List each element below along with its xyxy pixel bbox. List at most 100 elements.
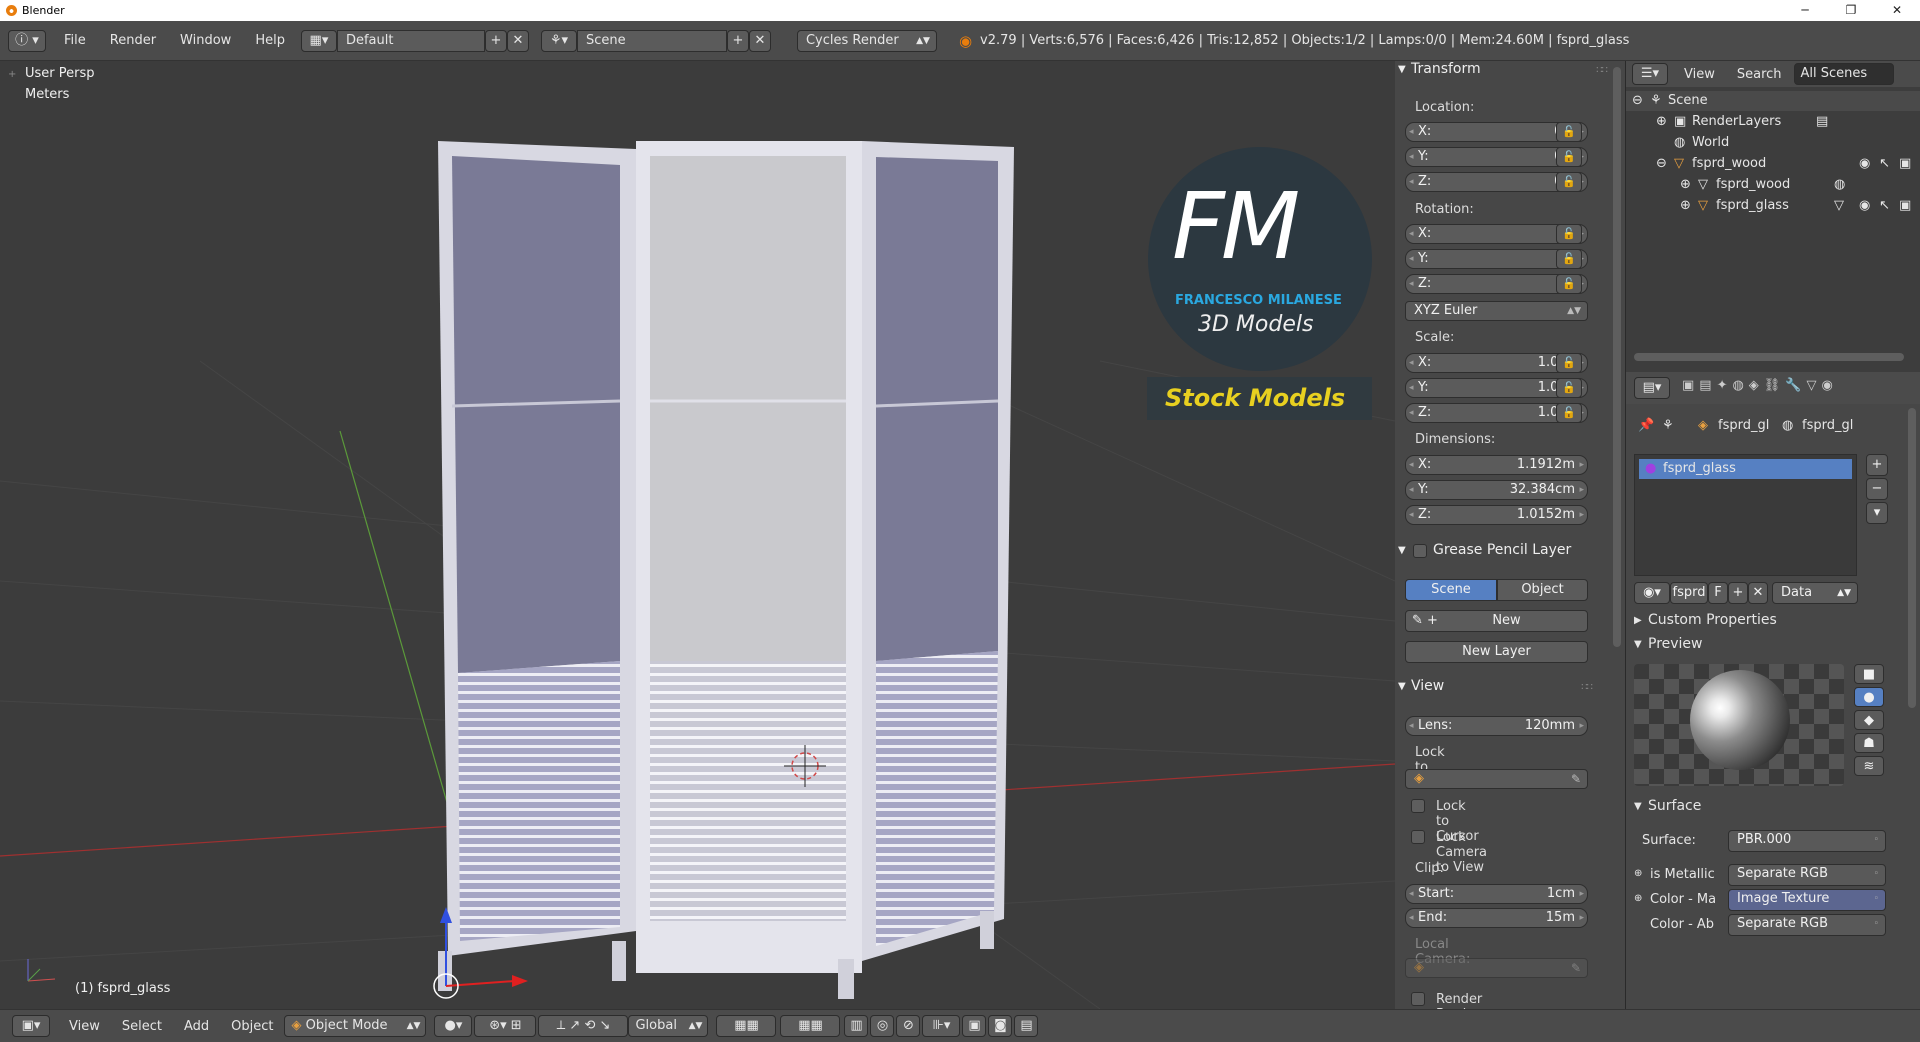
new-material-button[interactable]: + bbox=[1728, 582, 1748, 604]
animation-render-icon[interactable]: ▤ bbox=[1014, 1015, 1039, 1037]
lock-scale-x-icon[interactable]: 🔓 bbox=[1556, 353, 1582, 373]
expand-icon[interactable]: ⊕ bbox=[1656, 112, 1667, 132]
editor-type-button[interactable]: ▣▾ bbox=[12, 1015, 50, 1037]
lock-location-x-icon[interactable]: 🔓 bbox=[1556, 122, 1582, 142]
context-tabs[interactable]: ▣▤✦◍◈⛓🔧▽◉ bbox=[1682, 378, 1838, 393]
properties-type-button[interactable]: ▤▾ bbox=[1634, 377, 1670, 399]
grip-icon[interactable]: ∷∷ bbox=[1581, 682, 1593, 693]
mesh-data-icon[interactable]: ▽ bbox=[1834, 196, 1844, 216]
folding-screen-model[interactable] bbox=[438, 141, 1014, 999]
expand-icon[interactable]: ⊕ bbox=[1680, 196, 1691, 216]
preview-monkey-icon[interactable]: ☗ bbox=[1854, 733, 1884, 753]
grease-pencil-checkbox[interactable] bbox=[1413, 544, 1427, 558]
collapse-icon[interactable]: ⊖ bbox=[1656, 154, 1667, 174]
orientation-select[interactable]: Global ▲▼ bbox=[628, 1015, 709, 1037]
cursor-select-icon[interactable]: ↖ bbox=[1879, 154, 1890, 174]
snap-icon[interactable]: ⊘ bbox=[896, 1015, 921, 1037]
shading-select[interactable]: ●▾ bbox=[434, 1015, 473, 1037]
material-icon[interactable]: ◍ bbox=[1834, 175, 1845, 195]
slot-menu-button[interactable]: ▾ bbox=[1866, 502, 1888, 524]
grip-icon[interactable]: ∷∷ bbox=[1596, 65, 1608, 76]
3d-viewport[interactable]: User Persp Meters + (1) fsprd_glass FM F… bbox=[0, 61, 1395, 1009]
collapse-icon[interactable]: ⊖ bbox=[1632, 91, 1643, 111]
layer-buttons-b[interactable]: ▦▦ bbox=[780, 1015, 841, 1037]
fake-user-button[interactable]: F bbox=[1708, 582, 1728, 604]
clip-end-field[interactable]: End: 15m bbox=[1405, 908, 1588, 928]
menu-add[interactable]: Add bbox=[173, 1019, 220, 1034]
lock-scale-z-icon[interactable]: 🔓 bbox=[1556, 403, 1582, 423]
outliner-search-menu[interactable]: Search bbox=[1737, 67, 1782, 82]
outliner-hscrollbar[interactable] bbox=[1634, 353, 1904, 361]
outliner-type-button[interactable]: ☰▾ bbox=[1632, 63, 1668, 85]
camera-render-icon[interactable]: ◙ bbox=[988, 1015, 1013, 1037]
minimize-button[interactable]: ─ bbox=[1782, 0, 1828, 21]
expand-icon[interactable]: ⊕ bbox=[1680, 175, 1691, 195]
lock-location-z-icon[interactable]: 🔓 bbox=[1556, 172, 1582, 192]
lock-location-y-icon[interactable]: 🔓 bbox=[1556, 147, 1582, 167]
layout-name-field[interactable]: Default bbox=[336, 29, 485, 52]
cursor-select-icon[interactable]: ↖ bbox=[1879, 196, 1890, 216]
tab-object[interactable]: Object bbox=[1497, 579, 1588, 601]
preview-panel-header[interactable]: ▼ Preview bbox=[1626, 636, 1906, 658]
socket-node-select[interactable]: Separate RGB ◦ bbox=[1728, 914, 1886, 936]
lock-rotation-z-icon[interactable]: 🔓 bbox=[1556, 274, 1582, 294]
material-browse-button[interactable]: ◉▾ bbox=[1634, 582, 1670, 604]
grease-pencil-panel-header[interactable]: Grease Pencil Layer bbox=[1395, 542, 1600, 564]
surface-node-select[interactable]: PBR.000 ◦ bbox=[1728, 830, 1886, 852]
eye-icon[interactable]: ◉ bbox=[1859, 196, 1870, 216]
expand-icon[interactable]: ⊕ bbox=[1634, 868, 1642, 879]
lock-rotation-y-icon[interactable]: 🔓 bbox=[1556, 249, 1582, 269]
menu-render[interactable]: Render bbox=[98, 33, 168, 48]
add-scene-button[interactable]: + bbox=[726, 29, 749, 52]
add-layout-button[interactable]: + bbox=[484, 29, 507, 52]
scene-name-field[interactable]: Scene bbox=[576, 29, 727, 52]
pivot-select[interactable]: ⊛▾ ⊞ bbox=[474, 1015, 537, 1037]
eye-icon[interactable]: ◉ bbox=[1859, 154, 1870, 174]
preview-plane-icon[interactable]: ■ bbox=[1854, 664, 1884, 684]
preview-type-buttons[interactable]: ■ ● ◆ ☗ ≋ bbox=[1854, 664, 1884, 786]
local-camera-field[interactable]: ◈ ✎ bbox=[1405, 958, 1588, 978]
layout-browse-button[interactable]: ▦▾ bbox=[300, 29, 337, 52]
lock-camera-checkbox[interactable] bbox=[1411, 830, 1425, 844]
pin-icon[interactable]: 📌 bbox=[1638, 418, 1654, 433]
interaction-mode-select[interactable]: ◈ Object Mode ▲▼ bbox=[284, 1015, 427, 1037]
menu-object[interactable]: Object bbox=[220, 1019, 284, 1034]
render-border-checkbox[interactable] bbox=[1411, 992, 1425, 1006]
transform-panel-header[interactable]: Transform ∷∷ bbox=[1395, 61, 1615, 83]
proportional-edit-icon[interactable]: ◎ bbox=[870, 1015, 895, 1037]
outliner-row-fsprd-wood-mesh[interactable]: ⊕ ▽ fsprd_wood ◍ bbox=[1626, 175, 1920, 195]
outliner-row-renderlayers[interactable]: ⊕ ▣ RenderLayers ▤ bbox=[1626, 112, 1920, 132]
delete-scene-button[interactable]: ✕ bbox=[748, 29, 771, 52]
layer-buttons-a[interactable]: ▦▦ bbox=[716, 1015, 777, 1037]
tab-scene[interactable]: Scene bbox=[1405, 579, 1497, 601]
snap-element-select[interactable]: ⊪▾ bbox=[922, 1015, 961, 1037]
close-button[interactable]: ✕ bbox=[1874, 0, 1920, 21]
socket-node-select[interactable]: Image Texture ◦ bbox=[1728, 889, 1886, 911]
render-camera-icon[interactable]: ▣ bbox=[1899, 154, 1911, 174]
lock-to-cursor-checkbox[interactable] bbox=[1411, 799, 1425, 813]
expand-icon[interactable]: ⊕ bbox=[1634, 893, 1642, 904]
menu-select[interactable]: Select bbox=[111, 1019, 173, 1034]
scene-browse-button[interactable]: ⚘▾ bbox=[540, 29, 577, 52]
manipulator-buttons[interactable]: ⟂ ↗ ⟲ ↘ bbox=[538, 1015, 629, 1037]
socket-node-select[interactable]: Separate RGB ◦ bbox=[1728, 864, 1886, 886]
editor-type-button[interactable]: ⓘ ▾ bbox=[8, 29, 46, 52]
lock-layers-icon[interactable]: ▥ bbox=[844, 1015, 869, 1037]
opengl-render-icon[interactable]: ▣ bbox=[962, 1015, 987, 1037]
add-slot-button[interactable]: + bbox=[1866, 454, 1888, 476]
display-mode-select[interactable]: All Scenes bbox=[1793, 63, 1894, 85]
surface-panel-header[interactable]: ▼ Surface bbox=[1626, 798, 1906, 820]
material-slot-row[interactable]: ● fsprd_glass bbox=[1639, 459, 1852, 479]
npanel-scrollbar[interactable] bbox=[1613, 67, 1621, 647]
outliner-row-fsprd-wood[interactable]: ⊖ ▽ fsprd_wood ◉ ↖ ▣ bbox=[1626, 154, 1920, 174]
new-layer-button[interactable]: New Layer bbox=[1405, 641, 1588, 663]
material-slot-list[interactable]: ● fsprd_glass bbox=[1634, 454, 1857, 576]
outliner-view-menu[interactable]: View bbox=[1684, 67, 1715, 82]
menu-file[interactable]: File bbox=[52, 33, 98, 48]
outliner-row-world[interactable]: ◍ World bbox=[1626, 133, 1920, 153]
properties-scrollbar[interactable] bbox=[1908, 408, 1916, 708]
outliner-row-fsprd-glass[interactable]: ⊕ ▽ fsprd_glass ▽ ◉ ↖ ▣ bbox=[1626, 196, 1920, 216]
eyedropper-icon[interactable]: ✎ bbox=[1571, 770, 1581, 788]
maximize-button[interactable]: ❐ bbox=[1828, 0, 1874, 21]
menu-view[interactable]: View bbox=[58, 1019, 111, 1034]
